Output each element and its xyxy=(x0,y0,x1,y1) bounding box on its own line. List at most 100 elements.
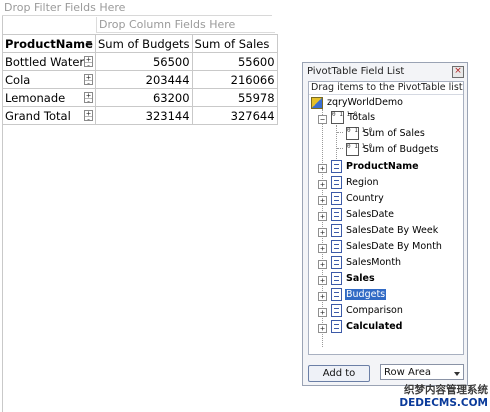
expand-icon[interactable]: + xyxy=(318,164,327,173)
value-header-sales[interactable]: Sum of Sales xyxy=(191,34,278,53)
cell-budgets[interactable]: 56500 xyxy=(95,52,193,71)
expand-collapse-icon[interactable]: + - xyxy=(84,56,93,67)
field-icon xyxy=(331,224,342,237)
value-header-budgets[interactable]: Sum of Budgets xyxy=(95,34,193,53)
tree-item-field[interactable]: Country xyxy=(331,192,385,206)
tree-connector xyxy=(337,132,343,133)
field-icon xyxy=(331,304,342,317)
expand-collapse-icon[interactable]: + - xyxy=(84,110,93,121)
tree-item-field[interactable]: Region xyxy=(331,176,380,190)
grand-total-row: Grand Total + - 323144 327644 xyxy=(2,106,278,125)
tree-item-label: ProductName xyxy=(346,161,419,172)
row-label-text: Grand Total xyxy=(5,108,71,123)
tree-item-field[interactable]: ProductName xyxy=(331,160,420,174)
cell-sales[interactable]: 55600 xyxy=(191,52,278,71)
tree-item-label: SalesDate xyxy=(346,209,394,220)
expand-collapse-icon[interactable]: + - xyxy=(84,92,93,103)
tree-item-label: Country xyxy=(346,193,384,204)
expand-icon[interactable]: + xyxy=(318,276,327,285)
field-icon xyxy=(331,160,342,173)
tree-item-label: SalesDate By Month xyxy=(346,241,442,252)
filter-drop-zone[interactable]: Drop Filter Fields Here xyxy=(2,1,272,16)
field-icon xyxy=(331,240,342,253)
expand-icon[interactable]: + xyxy=(318,324,327,333)
field-icon xyxy=(331,288,342,301)
expand-collapse-icon[interactable]: + - xyxy=(84,74,93,85)
tree-root[interactable]: zqryWorldDemo xyxy=(311,96,404,110)
area-select-value: Row Area xyxy=(384,367,431,378)
row-field-header-label: ProductName xyxy=(5,36,93,51)
tree-item-label: Sales xyxy=(346,273,375,284)
field-icon xyxy=(331,256,342,269)
row-label[interactable]: Bottled Water + - xyxy=(2,52,96,71)
row-label[interactable]: Lemonade + - xyxy=(2,88,96,107)
field-list-panel: PivotTable Field List × Drag items to th… xyxy=(302,62,468,386)
cell-sales[interactable]: 327644 xyxy=(191,106,278,125)
expand-icon[interactable]: + xyxy=(318,292,327,301)
table-row: Cola + - 203444 216066 xyxy=(2,70,278,89)
panel-title: PivotTable Field List xyxy=(307,66,405,77)
field-icon xyxy=(331,192,342,205)
row-label-text: Lemonade xyxy=(5,90,66,105)
tree-item-label: Budgets xyxy=(343,288,388,301)
measure-group-icon: 0 1 1 0 xyxy=(331,111,357,124)
table-row: Lemonade + - 63200 55978 xyxy=(2,88,278,107)
expand-icon[interactable]: + xyxy=(318,180,327,189)
tree-item-totals[interactable]: 0 1 1 0Totals xyxy=(331,111,376,125)
cell-sales[interactable]: 55978 xyxy=(191,88,278,107)
expand-icon[interactable]: + xyxy=(318,212,327,221)
tree-root-label: zqryWorldDemo xyxy=(327,97,403,108)
row-label-text: Bottled Water xyxy=(5,54,85,69)
field-icon xyxy=(331,208,342,221)
tree-item-field[interactable]: SalesDate By Month xyxy=(331,240,443,254)
tree-connector xyxy=(337,148,343,149)
tree-item-label: SalesMonth xyxy=(346,257,402,268)
cell-sales[interactable]: 216066 xyxy=(191,70,278,89)
cell-budgets[interactable]: 203444 xyxy=(95,70,193,89)
expand-icon[interactable]: + xyxy=(318,244,327,253)
field-tree[interactable]: Drag items to the PivotTable list zqryWo… xyxy=(308,81,464,355)
tree-item-field[interactable]: SalesDate By Week xyxy=(331,224,439,238)
tree-item-label: Comparison xyxy=(346,305,403,316)
tree-item-measure[interactable]: 0 1 1 0Sum of Budgets xyxy=(346,143,440,157)
expand-icon[interactable]: + xyxy=(318,196,327,205)
watermark: 织梦内容管理系统 DEDECMS.COM xyxy=(378,384,488,410)
cube-icon xyxy=(311,96,323,109)
chevron-down-icon[interactable] xyxy=(454,372,460,376)
column-drop-zone[interactable]: Drop Column Fields Here xyxy=(96,17,275,33)
measure-icon: 0 1 1 0 xyxy=(346,143,372,156)
pivot-header-row: ProductName Sum of Budgets Sum of Sales xyxy=(2,34,278,53)
pivot-table: ProductName Sum of Budgets Sum of Sales … xyxy=(2,34,278,125)
tree-item-field[interactable]: Sales xyxy=(331,272,376,286)
close-icon[interactable]: × xyxy=(452,66,464,78)
field-icon xyxy=(331,176,342,189)
row-label[interactable]: Cola + - xyxy=(2,70,96,89)
row-label-text: Cola xyxy=(5,72,31,87)
cell-budgets[interactable]: 63200 xyxy=(95,88,193,107)
row-field-header[interactable]: ProductName xyxy=(2,34,96,53)
table-row: Bottled Water + - 56500 55600 xyxy=(2,52,278,71)
collapse-icon[interactable]: − xyxy=(318,115,327,124)
watermark-line2: DEDECMS.COM xyxy=(399,397,488,409)
tree-connector xyxy=(336,125,337,161)
expand-icon[interactable]: + xyxy=(318,260,327,269)
add-to-button[interactable]: Add to xyxy=(308,365,370,382)
measure-icon: 0 1 1 0 xyxy=(346,127,372,140)
tree-item-field[interactable]: SalesDate xyxy=(331,208,395,222)
cell-budgets[interactable]: 323144 xyxy=(95,106,193,125)
expand-icon[interactable]: + xyxy=(318,228,327,237)
row-label[interactable]: Grand Total + - xyxy=(2,106,96,125)
tree-item-label: SalesDate By Week xyxy=(346,225,439,236)
tree-item-field[interactable]: Comparison xyxy=(331,304,404,318)
tree-item-field[interactable]: Calculated xyxy=(331,320,404,334)
tree-item-label: Totals xyxy=(348,112,376,123)
tree-item-label: Sum of Budgets xyxy=(363,144,439,155)
tree-item-measure[interactable]: 0 1 1 0Sum of Sales xyxy=(346,127,426,141)
area-select[interactable]: Row Area xyxy=(380,364,464,380)
expand-icon[interactable]: + xyxy=(318,308,327,317)
field-icon xyxy=(331,272,342,285)
drag-hint: Drag items to the PivotTable list xyxy=(309,82,463,95)
tree-item-field-selected[interactable]: Budgets xyxy=(331,288,388,302)
tree-item-field[interactable]: SalesMonth xyxy=(331,256,402,270)
dropdown-arrow-icon[interactable] xyxy=(86,41,92,45)
